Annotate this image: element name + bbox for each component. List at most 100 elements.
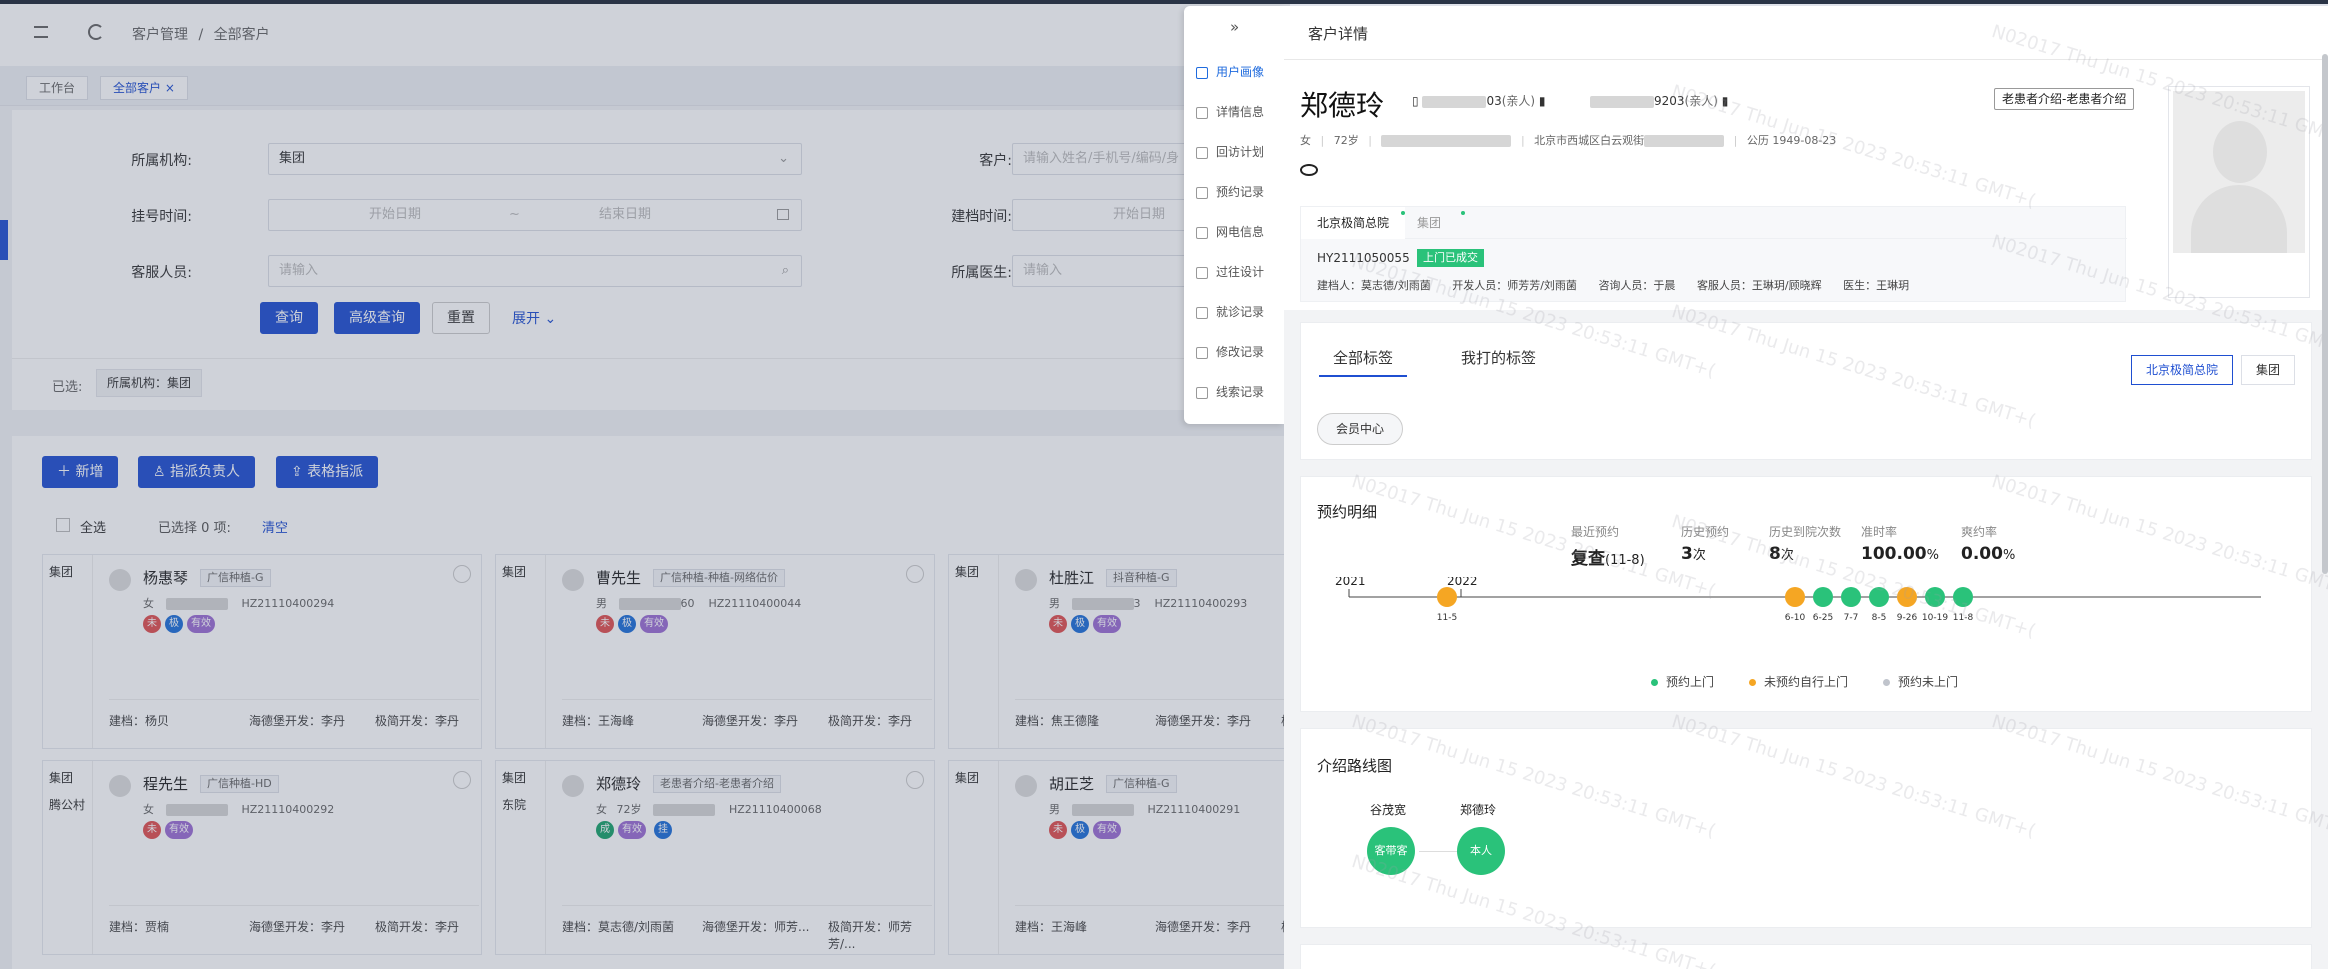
- phone-2: 9203(亲人) ▮: [1590, 92, 1728, 109]
- source-chip: 老患者介绍-老患者介绍: [1994, 88, 2135, 110]
- nav-icon: [1196, 106, 1208, 119]
- nav-icon: [1196, 306, 1208, 319]
- phone-2-tail: 9203: [1654, 94, 1685, 108]
- stat-number: 复查: [1571, 549, 1605, 569]
- appointment-point: [1869, 587, 1889, 607]
- gender: 女: [1300, 134, 1311, 147]
- appointment-timeline: 2021 2022 11-5 6-10 6-25 7-7 8-5 9-26 10-19 11-8: [1335, 577, 2261, 623]
- avatar-head: [2213, 121, 2267, 183]
- nav-item-6[interactable]: 就诊记录: [1196, 302, 1264, 322]
- mobile-icon[interactable]: ▮: [1722, 94, 1729, 108]
- tag-seg-group[interactable]: 集团: [2241, 355, 2296, 385]
- year-label: 2021: [1335, 577, 1366, 588]
- modal-overlay[interactable]: [0, 0, 1290, 969]
- route-person-name: 郑德玲: [1460, 803, 1497, 817]
- stat-number: 0.00: [1961, 544, 2003, 564]
- stat-label: 历史预约: [1681, 525, 1730, 539]
- tab-my-tags[interactable]: 我打的标签: [1461, 339, 1536, 377]
- status-badge: 上门已成交: [1417, 249, 1484, 267]
- avatar-body: [2191, 185, 2287, 253]
- appointment-date-label: 11-8: [1953, 613, 1974, 623]
- masked-address: [1644, 135, 1725, 147]
- appointment-stat: 准时率 100.00%: [1861, 523, 1939, 564]
- nav-item-8[interactable]: 线索记录: [1196, 382, 1264, 402]
- legend-dot: [1749, 679, 1756, 686]
- nav-icon: [1196, 346, 1208, 359]
- nav-item-2[interactable]: 回访计划: [1196, 142, 1264, 162]
- appointment-point: [1841, 587, 1861, 607]
- scrollbar[interactable]: [2322, 54, 2328, 574]
- stat-number: 100.00: [1861, 544, 1927, 564]
- nav-label: 修改记录: [1216, 345, 1265, 359]
- stat-value: 100.00%: [1861, 544, 1939, 564]
- phone-2-rel: (亲人): [1684, 94, 1718, 108]
- address: 北京市西城区白云观街: [1534, 134, 1645, 147]
- nav-label: 就诊记录: [1216, 305, 1265, 319]
- stat-label: 准时率: [1861, 525, 1898, 539]
- route-node[interactable]: 客带客: [1367, 827, 1415, 875]
- appointment-stat: 最近预约复查(11-8): [1571, 523, 1645, 569]
- org-tab-label: 北京极简总院: [1317, 216, 1390, 230]
- nav-item-1[interactable]: 详情信息: [1196, 102, 1264, 122]
- nav-label: 过往设计: [1216, 265, 1265, 279]
- legend-label: 预约上门: [1666, 675, 1715, 689]
- nav-item-3[interactable]: 预约记录: [1196, 182, 1264, 202]
- customer-detail-panel: 客户详情 郑德玲 ▯ 03(亲人) ▮ 9203(亲人) ▮ 老患者介绍-老患者…: [1284, 6, 2328, 969]
- appointment-point: [1897, 587, 1917, 607]
- legend-dot: [1651, 679, 1658, 686]
- tag-chip[interactable]: 会员中心: [1317, 413, 1404, 445]
- tags-section: 全部标签 我打的标签 北京极简总院 集团 会员中心: [1300, 322, 2312, 460]
- legend-label: 未预约自行上门: [1764, 675, 1849, 689]
- nav-item-4[interactable]: 网电信息: [1196, 222, 1264, 242]
- org-tab-group[interactable]: 集团: [1401, 207, 1457, 239]
- next-section: [1300, 944, 2312, 969]
- route-node[interactable]: 本人: [1457, 827, 1505, 875]
- dev-person: 开发人员：师芳芳/刘雨菌: [1452, 279, 1577, 292]
- nav-item-7[interactable]: 修改记录: [1196, 342, 1264, 362]
- archive-person: 建档人：莫志德/刘雨菌: [1317, 279, 1431, 292]
- legend-dot: [1883, 679, 1890, 686]
- profile-section: 郑德玲 ▯ 03(亲人) ▮ 9203(亲人) ▮ 老患者介绍-老患者介绍 女 …: [1284, 60, 2328, 310]
- appointment-date-label: 7-7: [1844, 613, 1859, 623]
- stat-value: 复查(11-8): [1571, 544, 1645, 569]
- nav-icon: [1196, 386, 1208, 399]
- stat-label: 最近预约: [1571, 525, 1620, 539]
- legend-item: 未预约自行上门: [1749, 673, 1848, 690]
- appointment-point: [1925, 587, 1945, 607]
- mobile-icon[interactable]: ▮: [1539, 94, 1546, 108]
- appointment-point: [1785, 587, 1805, 607]
- record-code: HY2111050055: [1317, 251, 1410, 265]
- stat-value: 3次: [1681, 544, 1729, 564]
- phone-icon: ▯: [1412, 94, 1419, 108]
- eye-icon[interactable]: [1300, 164, 1318, 176]
- org-tab-beijing[interactable]: 北京极简总院: [1301, 207, 1406, 239]
- nav-icon: [1196, 66, 1208, 79]
- phone-1: ▯ 03(亲人) ▮: [1412, 92, 1546, 109]
- stat-number: 8: [1769, 544, 1781, 564]
- doctor: 医生：王琳玥: [1843, 279, 1910, 292]
- customer-list-page: 客户管理 / 全部客户 工作台 全部客户 × 所属机构: 集团 ⌄ 客户: 请输入…: [0, 0, 1290, 969]
- stat-unit: 次: [1780, 548, 1794, 563]
- tag-seg-beijing[interactable]: 北京极简总院: [2131, 355, 2234, 385]
- nav-item-5[interactable]: 过往设计: [1196, 262, 1264, 282]
- appointment-point: [1813, 587, 1833, 607]
- collapse-icon[interactable]: »: [1230, 18, 1239, 36]
- legend-item: 预约上门: [1651, 673, 1714, 690]
- legend-item: 预约未上门: [1883, 673, 1958, 690]
- appointment-point: [1437, 587, 1457, 607]
- nav-item-0[interactable]: 用户画像: [1196, 62, 1264, 82]
- tab-all-tags[interactable]: 全部标签: [1319, 339, 1408, 377]
- stat-value: 0.00%: [1961, 544, 2015, 564]
- nav-icon: [1196, 266, 1208, 279]
- nav-label: 线索记录: [1216, 385, 1265, 399]
- stat-unit: %: [2002, 548, 2016, 563]
- status-dot: [1461, 211, 1465, 215]
- consult-person: 咨询人员：于晨: [1598, 279, 1676, 292]
- phone-1-tail: 03: [1486, 94, 1502, 108]
- intro-route-section: 介绍路线图 谷茂宽 客带客 郑德玲 本人: [1300, 728, 2312, 928]
- stat-label: 爽约率: [1961, 525, 1998, 539]
- nav-icon: [1196, 226, 1208, 239]
- route-title: 介绍路线图: [1317, 757, 1393, 775]
- stat-unit: 次: [1692, 548, 1706, 563]
- stat-unit: (11-8): [1605, 553, 1645, 568]
